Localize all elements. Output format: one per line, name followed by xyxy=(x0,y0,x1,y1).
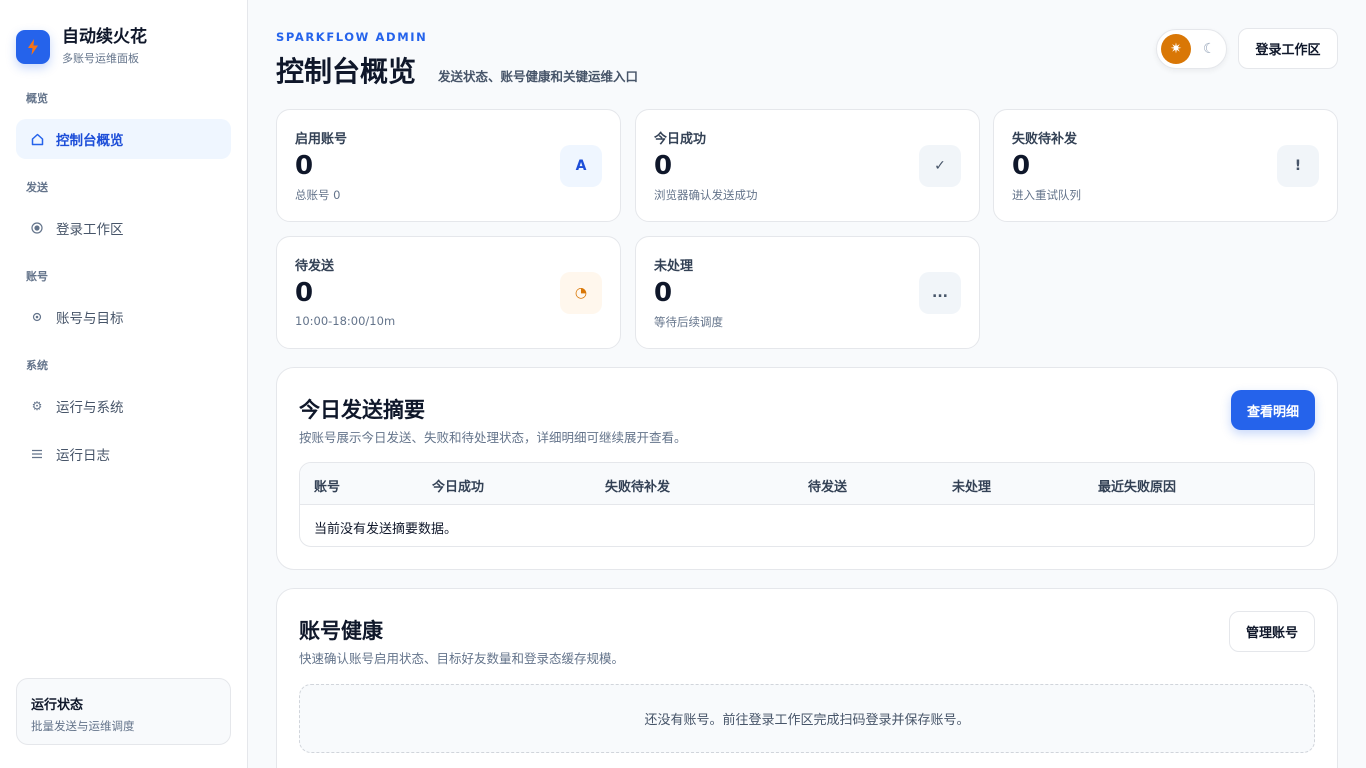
status-title: 运行状态 xyxy=(31,698,84,713)
column-header[interactable]: 账号 xyxy=(314,476,340,495)
stat-value: 0 xyxy=(654,151,673,181)
stat-value: 0 xyxy=(295,151,314,181)
health-title: 账号健康 xyxy=(299,619,383,643)
health-subtitle: 快速确认账号启用状态、目标好友数量和登录态缓存规模。 xyxy=(299,651,625,666)
stat-label: 待发送 xyxy=(295,259,335,274)
target-icon xyxy=(30,222,44,234)
dot-icon xyxy=(30,312,44,322)
sidebar-item-accounts[interactable]: 账号与目标 xyxy=(16,297,231,337)
list-icon xyxy=(30,449,44,459)
brand-subtitle: 多账号运维面板 xyxy=(62,52,139,65)
clock-icon: ◔ xyxy=(560,272,602,314)
more-icon: ... xyxy=(919,272,961,314)
sun-icon[interactable]: ✷ xyxy=(1161,34,1191,64)
nav-group-account: 账号 xyxy=(26,270,48,283)
sidebar-item-label: 运行与系统 xyxy=(56,400,124,416)
home-icon xyxy=(30,133,44,146)
send-summary-panel: 今日发送摘要 按账号展示今日发送、失败和待处理状态，详细明细可继续展开查看。 查… xyxy=(276,367,1338,570)
manage-accounts-button[interactable]: 管理账号 xyxy=(1229,611,1315,652)
sidebar-item-logs[interactable]: 运行日志 xyxy=(16,434,231,474)
stat-label: 今日成功 xyxy=(654,132,707,147)
table-empty-message: 当前没有发送摘要数据。 xyxy=(314,522,458,537)
page-subtitle: 发送状态、账号健康和关键运维入口 xyxy=(438,69,639,84)
stat-card-unprocessed: 未处理 0 等待后续调度 ... xyxy=(635,236,980,349)
stat-label: 启用账号 xyxy=(295,132,348,147)
stat-subtext: 10:00-18:00/10m xyxy=(295,314,396,328)
stat-subtext: 进入重试队列 xyxy=(1012,188,1081,202)
gear-icon: ⚙ xyxy=(31,399,43,413)
column-header[interactable]: 失败待补发 xyxy=(605,476,670,495)
stat-card-pending: 待发送 0 10:00-18:00/10m ◔ xyxy=(276,236,621,349)
stat-card-enabled-accounts: 启用账号 0 总账号 0 A xyxy=(276,109,621,222)
sidebar-item-label: 运行日志 xyxy=(56,448,110,464)
stat-subtext: 总账号 0 xyxy=(295,188,341,202)
table-header: 账号 今日成功 失败待补发 待发送 未处理 最近失败原因 xyxy=(300,463,1314,505)
runtime-status-card: 运行状态 批量发送与运维调度 xyxy=(16,678,231,745)
page-eyebrow: SPARKFLOW ADMIN xyxy=(276,30,428,44)
stat-label: 失败待补发 xyxy=(1012,132,1078,147)
theme-toggle[interactable]: ✷ ☾ xyxy=(1156,29,1227,69)
column-header[interactable]: 未处理 xyxy=(952,476,991,495)
view-details-button[interactable]: 查看明细 xyxy=(1231,390,1315,430)
stat-subtext: 等待后续调度 xyxy=(654,315,723,329)
check-icon: ✓ xyxy=(919,145,961,187)
alert-icon: ! xyxy=(1277,145,1319,187)
column-header[interactable]: 待发送 xyxy=(808,476,847,495)
sidebar-item-login-workspace[interactable]: 登录工作区 xyxy=(16,208,231,248)
login-workspace-button[interactable]: 登录工作区 xyxy=(1238,28,1338,69)
main-content: SPARKFLOW ADMIN 控制台概览 发送状态、账号健康和关键运维入口 ✷… xyxy=(248,0,1366,768)
account-letter-icon: A xyxy=(560,145,602,187)
stat-card-today-success: 今日成功 0 浏览器确认发送成功 ✓ xyxy=(635,109,980,222)
stat-value: 0 xyxy=(295,278,314,308)
sidebar-item-dashboard[interactable]: 控制台概览 xyxy=(16,119,231,159)
page-title: 控制台概览 xyxy=(276,55,417,88)
column-header[interactable]: 今日成功 xyxy=(432,476,484,495)
sidebar: 自动续火花 多账号运维面板 概览 控制台概览 发送 登录工作区 账号 账号与目标… xyxy=(0,0,248,768)
account-health-panel: 账号健康 快速确认账号启用状态、目标好友数量和登录态缓存规模。 管理账号 还没有… xyxy=(276,588,1338,768)
stat-card-failed-retry: 失败待补发 0 进入重试队列 ! xyxy=(993,109,1338,222)
status-subtitle: 批量发送与运维调度 xyxy=(31,719,135,733)
stat-label: 未处理 xyxy=(654,259,694,274)
nav-group-send: 发送 xyxy=(26,181,48,194)
stat-value: 0 xyxy=(654,278,673,308)
sidebar-item-label: 账号与目标 xyxy=(56,311,124,327)
summary-subtitle: 按账号展示今日发送、失败和待处理状态，详细明细可继续展开查看。 xyxy=(299,430,687,445)
column-header[interactable]: 最近失败原因 xyxy=(1098,476,1176,495)
nav-group-system: 系统 xyxy=(26,359,48,372)
nav-group-overview: 概览 xyxy=(26,92,48,105)
stat-subtext: 浏览器确认发送成功 xyxy=(654,188,758,202)
health-empty-message: 还没有账号。前往登录工作区完成扫码登录并保存账号。 xyxy=(299,684,1315,753)
summary-table: 账号 今日成功 失败待补发 待发送 未处理 最近失败原因 当前没有发送摘要数据。 xyxy=(299,462,1315,547)
sidebar-item-label: 控制台概览 xyxy=(56,133,124,149)
summary-title: 今日发送摘要 xyxy=(299,398,425,422)
brand-title: 自动续火花 xyxy=(62,27,147,47)
stat-value: 0 xyxy=(1012,151,1031,181)
moon-icon[interactable]: ☾ xyxy=(1203,41,1216,57)
lightning-logo-icon xyxy=(16,29,50,64)
sidebar-item-label: 登录工作区 xyxy=(56,222,124,238)
brand: 自动续火花 多账号运维面板 xyxy=(16,27,147,66)
sidebar-item-runtime[interactable]: ⚙ 运行与系统 xyxy=(16,386,231,426)
